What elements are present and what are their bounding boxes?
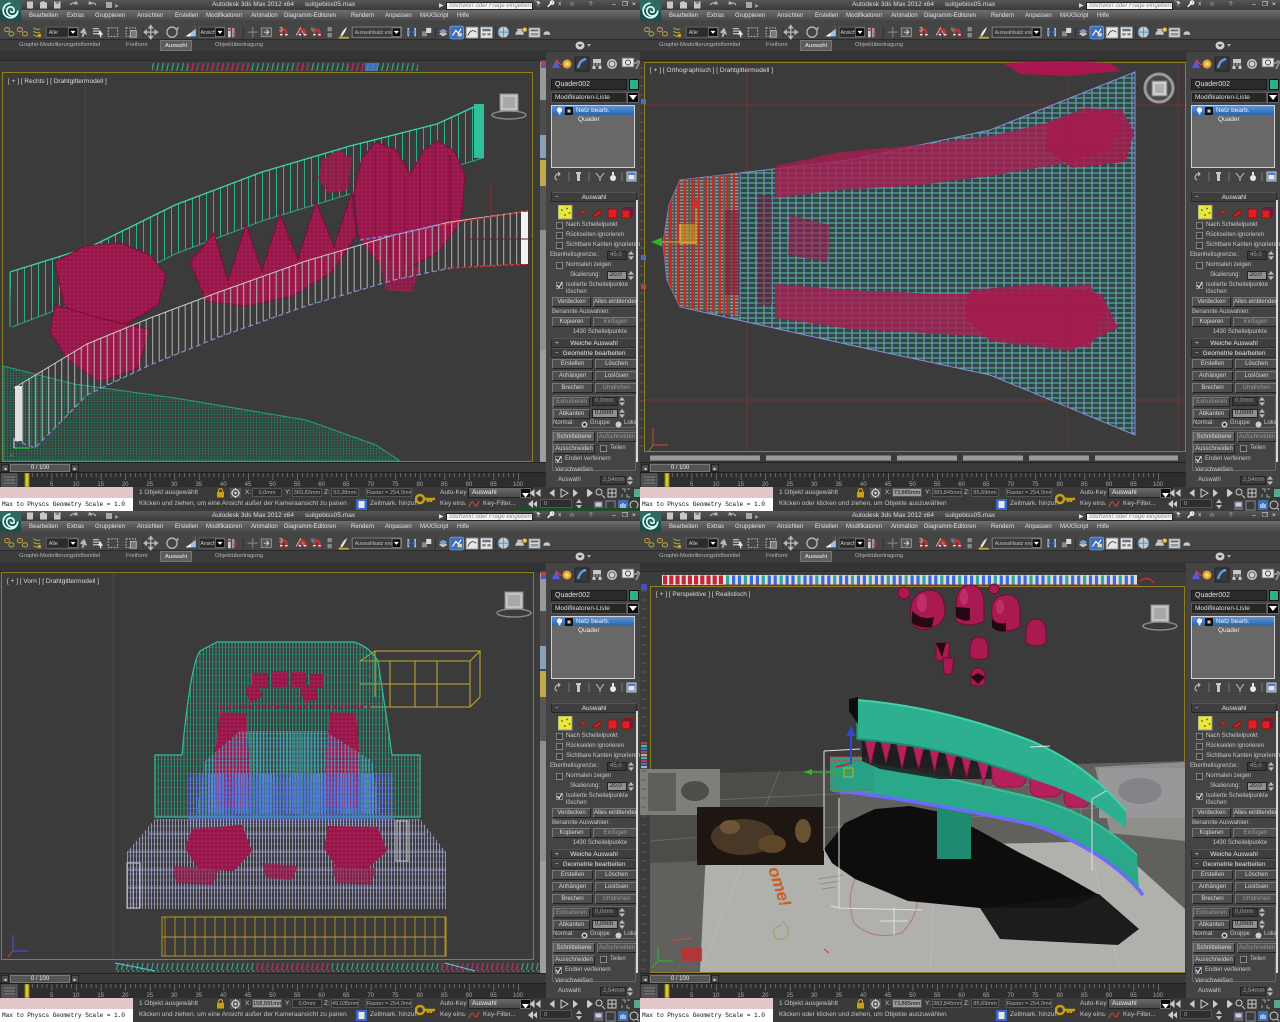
svg-text:Alle: Alle — [49, 541, 58, 547]
svg-text:3: 3 — [919, 537, 923, 544]
svg-text:[ + ] [ Vorn ] [ Drahtgittermo: [ + ] [ Vorn ] [ Drahtgittermodell ] — [7, 578, 99, 585]
svg-text:3: 3 — [279, 26, 283, 33]
svg-text:3: 3 — [919, 26, 923, 33]
svg-text:[ + ] [ Orthographisch ] [ Dra: [ + ] [ Orthographisch ] [ Drahtgittermo… — [650, 67, 773, 74]
svg-text:[ + ] [ Rechts ] [ Drahtgitter: [ + ] [ Rechts ] [ Drahtgittermodell ] — [8, 78, 107, 85]
svg-text:Alle: Alle — [689, 541, 698, 547]
svg-text:Alle: Alle — [689, 30, 698, 36]
svg-text:Alle: Alle — [49, 30, 58, 36]
svg-text:x: x — [10, 453, 13, 459]
svg-text:[ + ] [ Perspektive ] [ Realis: [ + ] [ Perspektive ] [ Realistisch ] — [656, 591, 751, 598]
svg-text:3: 3 — [279, 537, 283, 544]
